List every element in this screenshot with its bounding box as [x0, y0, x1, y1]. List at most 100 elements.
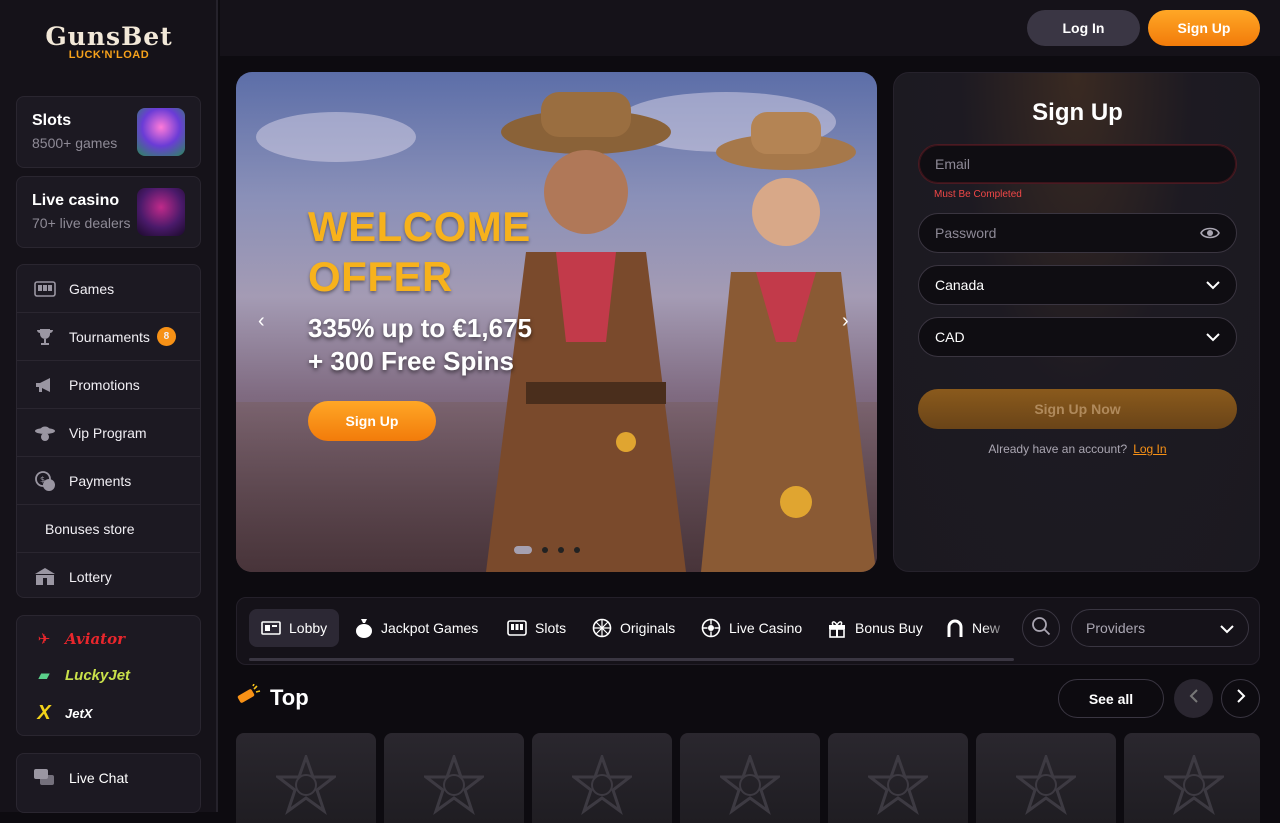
sidebar-item-vip[interactable]: Vip Program [17, 409, 200, 457]
carousel-next-button[interactable] [1221, 679, 1260, 718]
payments-icon: $ [33, 469, 57, 493]
tab-live-casino[interactable]: Live Casino [689, 609, 814, 647]
login-prompt: Already have an account? Log In [894, 442, 1261, 456]
email-error-text: Must Be Completed [934, 189, 1022, 200]
eye-icon[interactable] [1200, 225, 1220, 244]
featured-games: ✈ Aviator ▰ LuckyJet X JetX [16, 615, 201, 736]
sidebar-item-label: Tournaments [69, 328, 150, 345]
sheriff-star-icon [1016, 755, 1076, 815]
hero-signup-button[interactable]: Sign Up [308, 401, 436, 441]
hero-next-arrow-icon[interactable]: › [842, 310, 849, 333]
slide-dot[interactable] [514, 546, 532, 554]
tabs-scrollbar[interactable] [249, 658, 1014, 661]
category-card-slots[interactable]: Slots 8500+ games [16, 96, 201, 168]
sidebar-item-payments[interactable]: $ Payments [17, 457, 200, 505]
game-tile[interactable] [680, 733, 820, 823]
sidebar-item-label: Payments [69, 472, 132, 489]
game-link-luckyjet[interactable]: ▰ LuckyJet [33, 666, 131, 685]
slide-dot[interactable] [542, 547, 548, 553]
game-label: LuckyJet [65, 666, 131, 684]
hero-title: WELCOME OFFER [308, 202, 531, 302]
login-button[interactable]: Log In [1027, 10, 1140, 46]
brand-logo[interactable]: GunsBet LUCK'N'LOAD [44, 22, 174, 70]
live-chat-button[interactable]: Live Chat [16, 753, 201, 813]
providers-select[interactable]: Providers [1071, 609, 1249, 647]
sheriff-star-icon [868, 755, 928, 815]
chat-icon [33, 768, 55, 788]
slots-thumbnail-image [137, 108, 185, 156]
plane-icon: ✈ [37, 631, 51, 648]
sheriff-star-icon [720, 755, 780, 815]
sidebar-item-tournaments[interactable]: Tournaments 8 [17, 313, 200, 361]
tab-slots[interactable]: Slots [495, 609, 578, 647]
signup-panel: Sign Up Email Must Be Completed Password… [893, 72, 1260, 572]
trophy-icon [33, 325, 57, 349]
game-tile[interactable] [532, 733, 672, 823]
game-tile[interactable] [384, 733, 524, 823]
hero-prev-arrow-icon[interactable]: ‹ [258, 310, 265, 333]
tab-lobby[interactable]: Lobby [249, 609, 340, 647]
game-tile[interactable] [236, 733, 376, 823]
roulette-icon [701, 618, 721, 638]
chat-label: Live Chat [69, 770, 129, 786]
search-icon [1031, 616, 1051, 641]
carousel-prev-button[interactable] [1174, 679, 1213, 718]
tab-originals[interactable]: Originals [580, 609, 687, 647]
slots-icon [507, 620, 527, 636]
country-value: Canada [935, 277, 985, 293]
game-tile[interactable] [1124, 733, 1260, 823]
game-label: Aviator [65, 630, 125, 648]
password-placeholder: Password [935, 225, 997, 241]
games-icon [33, 277, 57, 301]
password-field[interactable]: Password [918, 213, 1237, 253]
currency-select[interactable]: CAD [918, 317, 1237, 357]
category-title: Live casino [32, 192, 120, 209]
game-link-aviator[interactable]: ✈ Aviator [33, 630, 125, 648]
sidebar: GunsBet LUCK'N'LOAD Slots 8500+ games Li… [0, 0, 218, 813]
sidebar-item-label: Lottery [69, 569, 112, 585]
signup-title: Sign Up [1032, 99, 1123, 126]
login-link[interactable]: Log In [1133, 442, 1166, 456]
megaphone-icon [33, 373, 57, 397]
category-title: Slots [32, 112, 72, 129]
sheriff-star-icon [572, 755, 632, 815]
sidebar-item-games[interactable]: Games [17, 265, 200, 313]
lobby-icon [261, 620, 281, 636]
sidebar-item-bonuses-store[interactable]: Bonuses store [17, 505, 200, 553]
game-link-jetx[interactable]: X JetX [33, 702, 92, 725]
sidebar-item-label: Bonuses store [45, 520, 135, 537]
category-subtitle: 70+ live dealers [32, 215, 131, 231]
jetx-icon: X [37, 702, 51, 724]
category-subtitle: 8500+ games [32, 135, 118, 151]
category-card-live-casino[interactable]: Live casino 70+ live dealers [16, 176, 201, 248]
signup-button[interactable]: Sign Up [1148, 10, 1260, 46]
tab-bonus-buy[interactable]: Bonus Buy [815, 609, 935, 647]
email-field[interactable]: Email [918, 144, 1237, 184]
tab-new[interactable]: New [934, 609, 1014, 647]
lottery-icon [33, 565, 57, 589]
horseshoe-icon [946, 618, 964, 638]
chevron-down-icon [1206, 329, 1220, 345]
tab-label: Originals [620, 620, 676, 636]
top-section-heading: Top [236, 683, 309, 712]
sidebar-item-promotions[interactable]: Promotions [17, 361, 200, 409]
hero-subtitle-line: + 300 Free Spins [308, 346, 514, 376]
sidebar-item-lottery[interactable]: Lottery [17, 553, 200, 597]
slide-dot[interactable] [574, 547, 580, 553]
search-button[interactable] [1022, 609, 1060, 647]
tab-jackpot-games[interactable]: Jackpot Games [343, 609, 490, 647]
hero-title-line: OFFER [308, 253, 453, 300]
hero-title-line: WELCOME [308, 203, 531, 250]
tab-label: Jackpot Games [381, 620, 479, 636]
hero-banner[interactable]: WELCOME OFFER 335% up to €1,675 + 300 Fr… [236, 72, 877, 572]
slide-dot[interactable] [558, 547, 564, 553]
game-tile[interactable] [828, 733, 968, 823]
sheriff-star-icon [1164, 755, 1224, 815]
game-tile[interactable] [976, 733, 1116, 823]
sidebar-item-label: Vip Program [69, 424, 147, 441]
chevron-down-icon [1220, 621, 1234, 637]
signup-submit-button[interactable]: Sign Up Now [918, 389, 1237, 429]
see-all-button[interactable]: See all [1058, 679, 1164, 718]
email-placeholder: Email [935, 156, 971, 172]
country-select[interactable]: Canada [918, 265, 1237, 305]
